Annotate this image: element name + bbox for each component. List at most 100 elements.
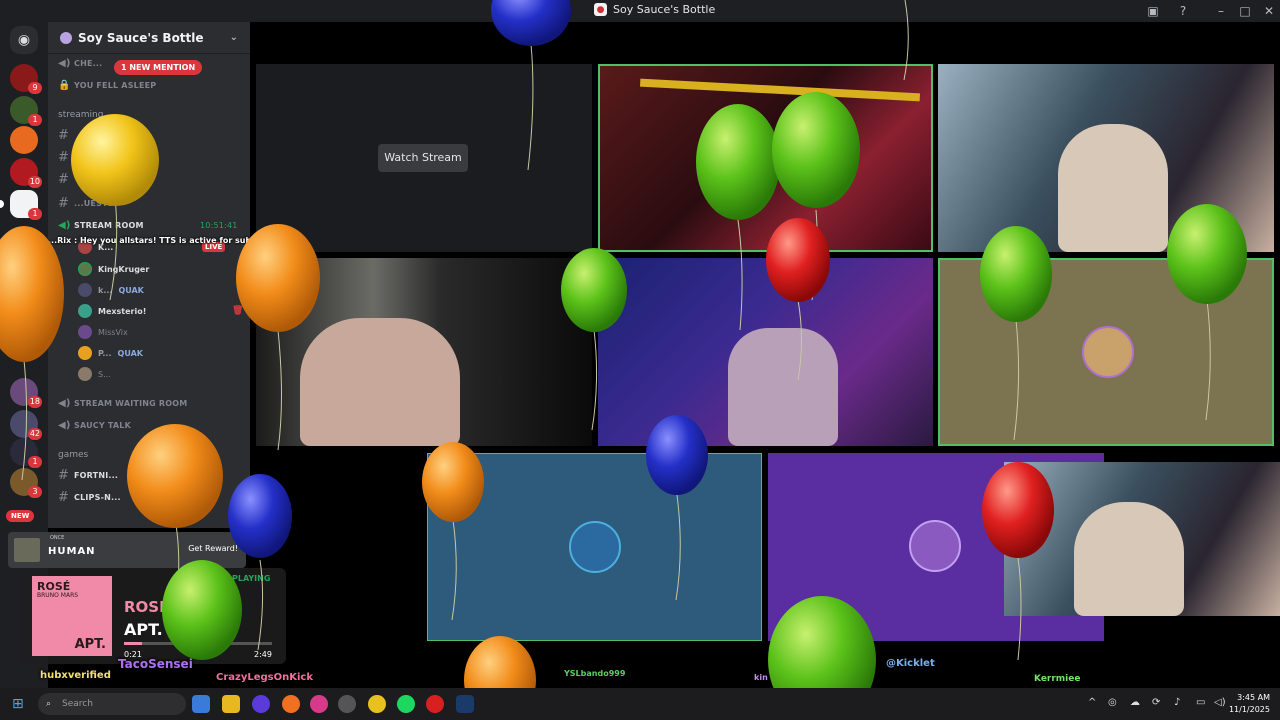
text-channel-clips[interactable]: # CLIPS-N... <box>58 488 121 506</box>
voice-user-5[interactable]: MissVix <box>78 323 128 341</box>
new-mention-pill[interactable]: 1 NEW MENTION <box>114 60 203 75</box>
category-games[interactable]: games <box>58 450 88 460</box>
steam-icon[interactable] <box>456 695 474 713</box>
opera-icon[interactable] <box>426 695 444 713</box>
server-icon-1[interactable]: 9 <box>10 64 42 94</box>
voice-channel-waiting-room[interactable]: ◀) STREAM WAITING ROOM <box>58 394 187 412</box>
server-avatar-icon <box>60 31 72 44</box>
app-icon-3[interactable] <box>310 695 328 713</box>
caution-tape <box>639 78 921 102</box>
search-input[interactable]: ⌕ Search <box>38 693 186 715</box>
chevron-down-icon[interactable]: ⌄ <box>230 32 238 43</box>
server-icon: ● <box>594 3 607 16</box>
chevron-up-icon[interactable]: ^ <box>1088 697 1096 708</box>
album-art: ROSÉ BRUNO MARS APT. <box>32 576 112 656</box>
streamer-figure <box>300 318 460 446</box>
server-icon-3[interactable] <box>10 126 38 154</box>
server-icon-2[interactable]: 1 <box>10 96 42 126</box>
chrome-icon[interactable] <box>368 695 386 713</box>
server-icon-7[interactable]: 1 <box>10 438 42 468</box>
server-icon-4[interactable]: 10 <box>10 158 42 188</box>
text-channel-fortnite[interactable]: # FORTNI... <box>58 466 118 484</box>
music-artist: ROSÉ <box>124 598 170 616</box>
voice-channel-saucy-talk[interactable]: ◀) SAUCY TALK <box>58 416 131 434</box>
minimize-icon[interactable]: – <box>1213 3 1229 19</box>
stream-tile-7[interactable] <box>427 453 762 641</box>
spotify-icon[interactable] <box>397 695 415 713</box>
avatar <box>78 346 92 360</box>
stream-tile-2[interactable] <box>598 64 933 252</box>
webcam-overlay <box>1004 462 1280 616</box>
server-header[interactable]: Soy Sauce's Bottle ⌄ <box>48 22 250 54</box>
tts-chat-line: ...Rix : Hey you allstars! TTS is active… <box>48 236 276 245</box>
channel-top-1[interactable]: ◀) CHE... <box>58 54 102 72</box>
user-avatar <box>569 521 621 573</box>
text-channel-2[interactable]: # <box>58 148 74 166</box>
chatter-name: hubxverified <box>40 670 111 681</box>
app-icon-4[interactable] <box>338 695 356 713</box>
app-icon-2[interactable] <box>252 695 270 713</box>
hash-icon: # <box>58 489 70 505</box>
text-channel-1[interactable]: # <box>58 126 74 144</box>
tray-icon-1[interactable]: ◎ <box>1108 697 1117 708</box>
now-playing-label: PLAYING <box>232 574 271 583</box>
speaker-icon: ◀) <box>58 397 71 409</box>
stream-tile-3[interactable] <box>938 64 1274 252</box>
avatar <box>78 283 92 297</box>
watch-stream-button[interactable]: Watch Stream <box>378 144 468 172</box>
text-channel-4[interactable]: # ...UESTS <box>58 194 114 212</box>
voice-user-3[interactable]: k... QUAK <box>78 281 144 299</box>
category-streaming[interactable]: streaming <box>58 110 103 120</box>
inbox-icon[interactable]: ▣ <box>1145 3 1161 19</box>
firefox-icon[interactable] <box>282 695 300 713</box>
stream-tile-6[interactable] <box>938 258 1274 446</box>
server-icon-8[interactable]: 3 <box>10 468 42 498</box>
speaker-icon: ◀) <box>58 57 71 69</box>
music-duration: 2:49 <box>254 650 272 659</box>
file-explorer-icon[interactable] <box>222 695 240 713</box>
close-icon[interactable]: ✕ <box>1261 3 1277 19</box>
promo-brand-top: ONCE <box>50 535 65 541</box>
volume-icon[interactable]: ◁) <box>1214 697 1226 708</box>
voice-user-2[interactable]: KingKruger <box>78 260 149 278</box>
voice-user-7[interactable]: S... <box>78 365 111 383</box>
voice-user-6[interactable]: P... QUAK <box>78 344 143 362</box>
maximize-icon[interactable]: □ <box>1237 3 1253 19</box>
stream-tile-4[interactable] <box>256 258 592 446</box>
hash-icon: # <box>58 127 70 143</box>
server-icon-active[interactable]: 1 <box>10 190 42 220</box>
music-progress-bar <box>124 642 272 645</box>
tray-icon-2[interactable]: ⟳ <box>1152 697 1160 708</box>
taskbar-clock[interactable]: 3:45 AM 11/1/2025 <box>1229 692 1270 716</box>
window-title-text: Soy Sauce's Bottle <box>613 3 716 16</box>
trash-icon[interactable]: 🗑 <box>232 306 243 316</box>
new-badge[interactable]: NEW <box>6 510 35 522</box>
search-icon: ⌕ <box>46 699 52 709</box>
stream-tile-5[interactable] <box>598 258 933 446</box>
help-icon[interactable]: ? <box>1175 3 1191 19</box>
promo-banner[interactable]: ONCE HUMAN Get Reward! <box>8 532 246 568</box>
windows-start-icon[interactable]: ⊞ <box>12 696 28 712</box>
mic-icon[interactable]: ♪ <box>1174 697 1180 708</box>
music-progress-fill <box>124 642 143 645</box>
network-icon[interactable]: ▭ <box>1196 697 1205 708</box>
server-icon-6[interactable]: 42 <box>10 410 42 440</box>
voice-user-4[interactable]: Mexsterio! 🗑 <box>78 302 243 320</box>
clock-date: 11/1/2025 <box>1228 705 1270 714</box>
hash-icon: # <box>58 171 70 187</box>
cloud-icon[interactable]: ☁ <box>1130 697 1140 708</box>
server-icon-5[interactable]: 18 <box>10 378 42 408</box>
channel-top-2[interactable]: 🔒 YOU FELL ASLEEP <box>58 76 156 94</box>
chatter-name: Kerrmiee <box>1034 674 1081 684</box>
music-song: APT. <box>124 620 163 639</box>
streamer-figure <box>1058 124 1168 252</box>
text-channel-3[interactable]: # <box>58 170 74 188</box>
speaker-icon: ◀) <box>58 219 71 231</box>
voice-channel-stream-room[interactable]: ◀) STREAM ROOM 10:51:41 <box>58 216 237 234</box>
discord-icon[interactable]: ◉ <box>10 26 38 54</box>
stream-tile-1[interactable]: Watch Stream <box>256 64 592 252</box>
avatar <box>78 325 92 339</box>
app-icon-1[interactable] <box>192 695 210 713</box>
get-reward-button[interactable]: Get Reward! <box>188 544 238 553</box>
hash-icon: # <box>58 467 70 483</box>
